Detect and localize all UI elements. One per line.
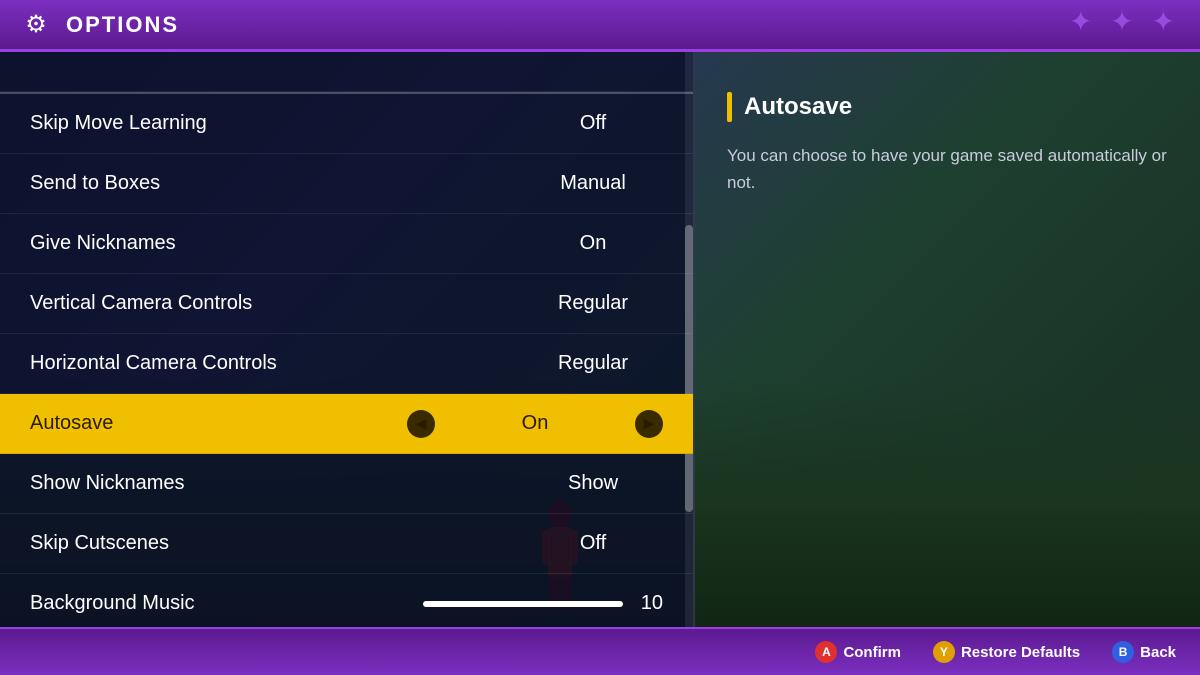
description-title-row: Autosave [727, 92, 1168, 122]
page-title: OPTIONS [66, 12, 179, 38]
background-music-slider-row: 10 [347, 592, 664, 615]
options-panel: Skip Move Learning Off Send to Boxes Man… [0, 52, 695, 627]
restore-defaults-button[interactable]: Y Restore Defaults [933, 641, 1080, 663]
b-button-icon: B [1112, 641, 1134, 663]
option-label-skip-cutscenes: Skip Cutscenes [30, 532, 523, 555]
option-value-give-nicknames: On [523, 232, 663, 255]
confirm-label: Confirm [843, 644, 901, 661]
gear-icon: ⚙ [20, 9, 52, 41]
selected-arrow-icon [0, 406, 17, 442]
back-label: Back [1140, 644, 1176, 661]
right-arrow-icon[interactable]: ▶ [635, 410, 663, 438]
back-button[interactable]: B Back [1112, 641, 1176, 663]
y-button-icon: Y [933, 641, 955, 663]
background-music-fill [423, 601, 623, 607]
option-label-show-nicknames: Show Nicknames [30, 472, 523, 495]
background-music-track[interactable] [423, 601, 623, 607]
header-decoration: ✦ ✦ ✦ [1069, 5, 1180, 38]
option-label-vertical-camera: Vertical Camera Controls [30, 292, 523, 315]
option-value-skip-cutscenes: Off [523, 532, 663, 555]
option-value-horizontal-camera: Regular [523, 352, 663, 375]
option-row-skip-move-learning[interactable]: Skip Move Learning Off [0, 94, 693, 154]
list-item-partial [0, 52, 693, 92]
option-row-show-nicknames[interactable]: Show Nicknames Show [0, 454, 693, 514]
option-label-send-to-boxes: Send to Boxes [30, 172, 523, 195]
accent-bar [727, 92, 732, 122]
option-value-show-nicknames: Show [523, 472, 663, 495]
restore-label: Restore Defaults [961, 644, 1080, 661]
description-panel: Autosave You can choose to have your gam… [695, 52, 1200, 627]
option-row-send-to-boxes[interactable]: Send to Boxes Manual [0, 154, 693, 214]
option-label-skip-move-learning: Skip Move Learning [30, 112, 523, 135]
option-label-give-nicknames: Give Nicknames [30, 232, 523, 255]
option-value-send-to-boxes: Manual [523, 172, 663, 195]
main-content: Skip Move Learning Off Send to Boxes Man… [0, 52, 1200, 627]
option-row-vertical-camera[interactable]: Vertical Camera Controls Regular [0, 274, 693, 334]
description-text: You can choose to have your game saved a… [727, 142, 1168, 196]
option-label-autosave: Autosave [30, 412, 407, 435]
option-row-give-nicknames[interactable]: Give Nicknames On [0, 214, 693, 274]
description-title: Autosave [744, 93, 852, 121]
background-music-value: 10 [633, 592, 663, 615]
header-bar: ⚙ OPTIONS ✦ ✦ ✦ [0, 0, 1200, 52]
option-value-vertical-camera: Regular [523, 292, 663, 315]
bottom-bar: A Confirm Y Restore Defaults B Back [0, 627, 1200, 675]
option-row-background-music[interactable]: Background Music 10 [0, 574, 693, 627]
option-label-horizontal-camera: Horizontal Camera Controls [30, 352, 523, 375]
option-label-background-music: Background Music [30, 592, 347, 615]
option-value-skip-move-learning: Off [523, 112, 663, 135]
left-arrow-icon[interactable]: ◀ [407, 410, 435, 438]
autosave-arrows: ◀ On ▶ [407, 410, 663, 438]
option-row-horizontal-camera[interactable]: Horizontal Camera Controls Regular [0, 334, 693, 394]
a-button-icon: A [815, 641, 837, 663]
confirm-button[interactable]: A Confirm [815, 641, 901, 663]
option-row-autosave[interactable]: Autosave ◀ On ▶ [0, 394, 693, 454]
option-row-skip-cutscenes[interactable]: Skip Cutscenes Off [0, 514, 693, 574]
option-value-autosave: On [495, 412, 575, 435]
